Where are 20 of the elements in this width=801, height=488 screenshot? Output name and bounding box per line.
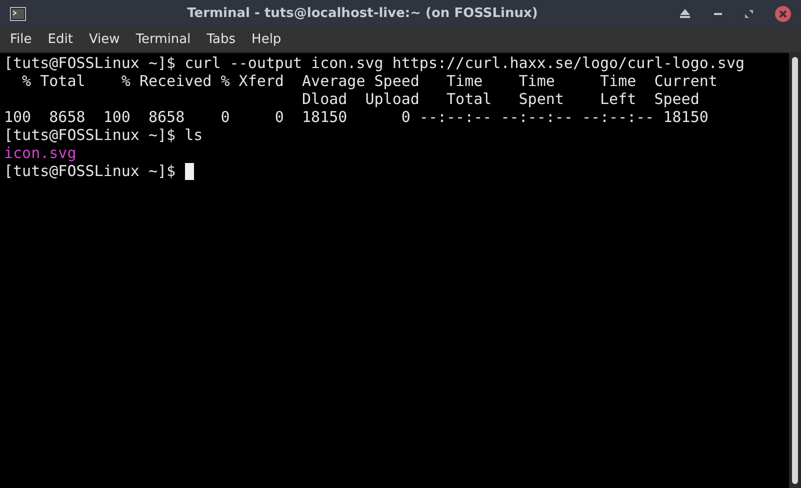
minimize-icon[interactable] (713, 12, 723, 16)
terminal-line: Dload Upload Total Spent Left Speed (301, 90, 700, 108)
menu-item[interactable]: Tabs (198, 32, 244, 47)
terminal-line: 100 8658 100 8658 0 0 18150 0 --:--:-- --:--:-- --:--:-- 18150 (4, 108, 708, 126)
terminal-line: [tuts@FOSSLinux ~]$ curl --output icon.svg https://curl.haxx.se/logo/curl-logo.svg (4, 54, 745, 72)
maximize-icon[interactable] (745, 10, 753, 18)
close-icon[interactable] (775, 6, 791, 22)
menu-item[interactable]: View (80, 32, 128, 47)
terminal-line: [tuts@FOSSLinux ~]$ ls (4, 126, 203, 144)
eject-icon[interactable] (679, 8, 691, 18)
terminal-icon (10, 6, 26, 20)
menu-item[interactable]: File (2, 32, 40, 47)
window-title: Terminal - tuts@localhost-live:~ (on FOSSLinux) (186, 6, 539, 21)
scrollbar[interactable] (789, 53, 801, 488)
terminal-line: [tuts@FOSSLinux ~]$ (4, 162, 177, 180)
menu-item[interactable]: Terminal (128, 32, 199, 47)
terminal-line: % Total % Received % Xferd Average Speed Time Time Time Current (21, 72, 718, 90)
menu-item[interactable]: Edit (40, 32, 81, 47)
menu-item[interactable]: Help (244, 32, 290, 47)
terminal-line: icon.svg (4, 144, 76, 162)
